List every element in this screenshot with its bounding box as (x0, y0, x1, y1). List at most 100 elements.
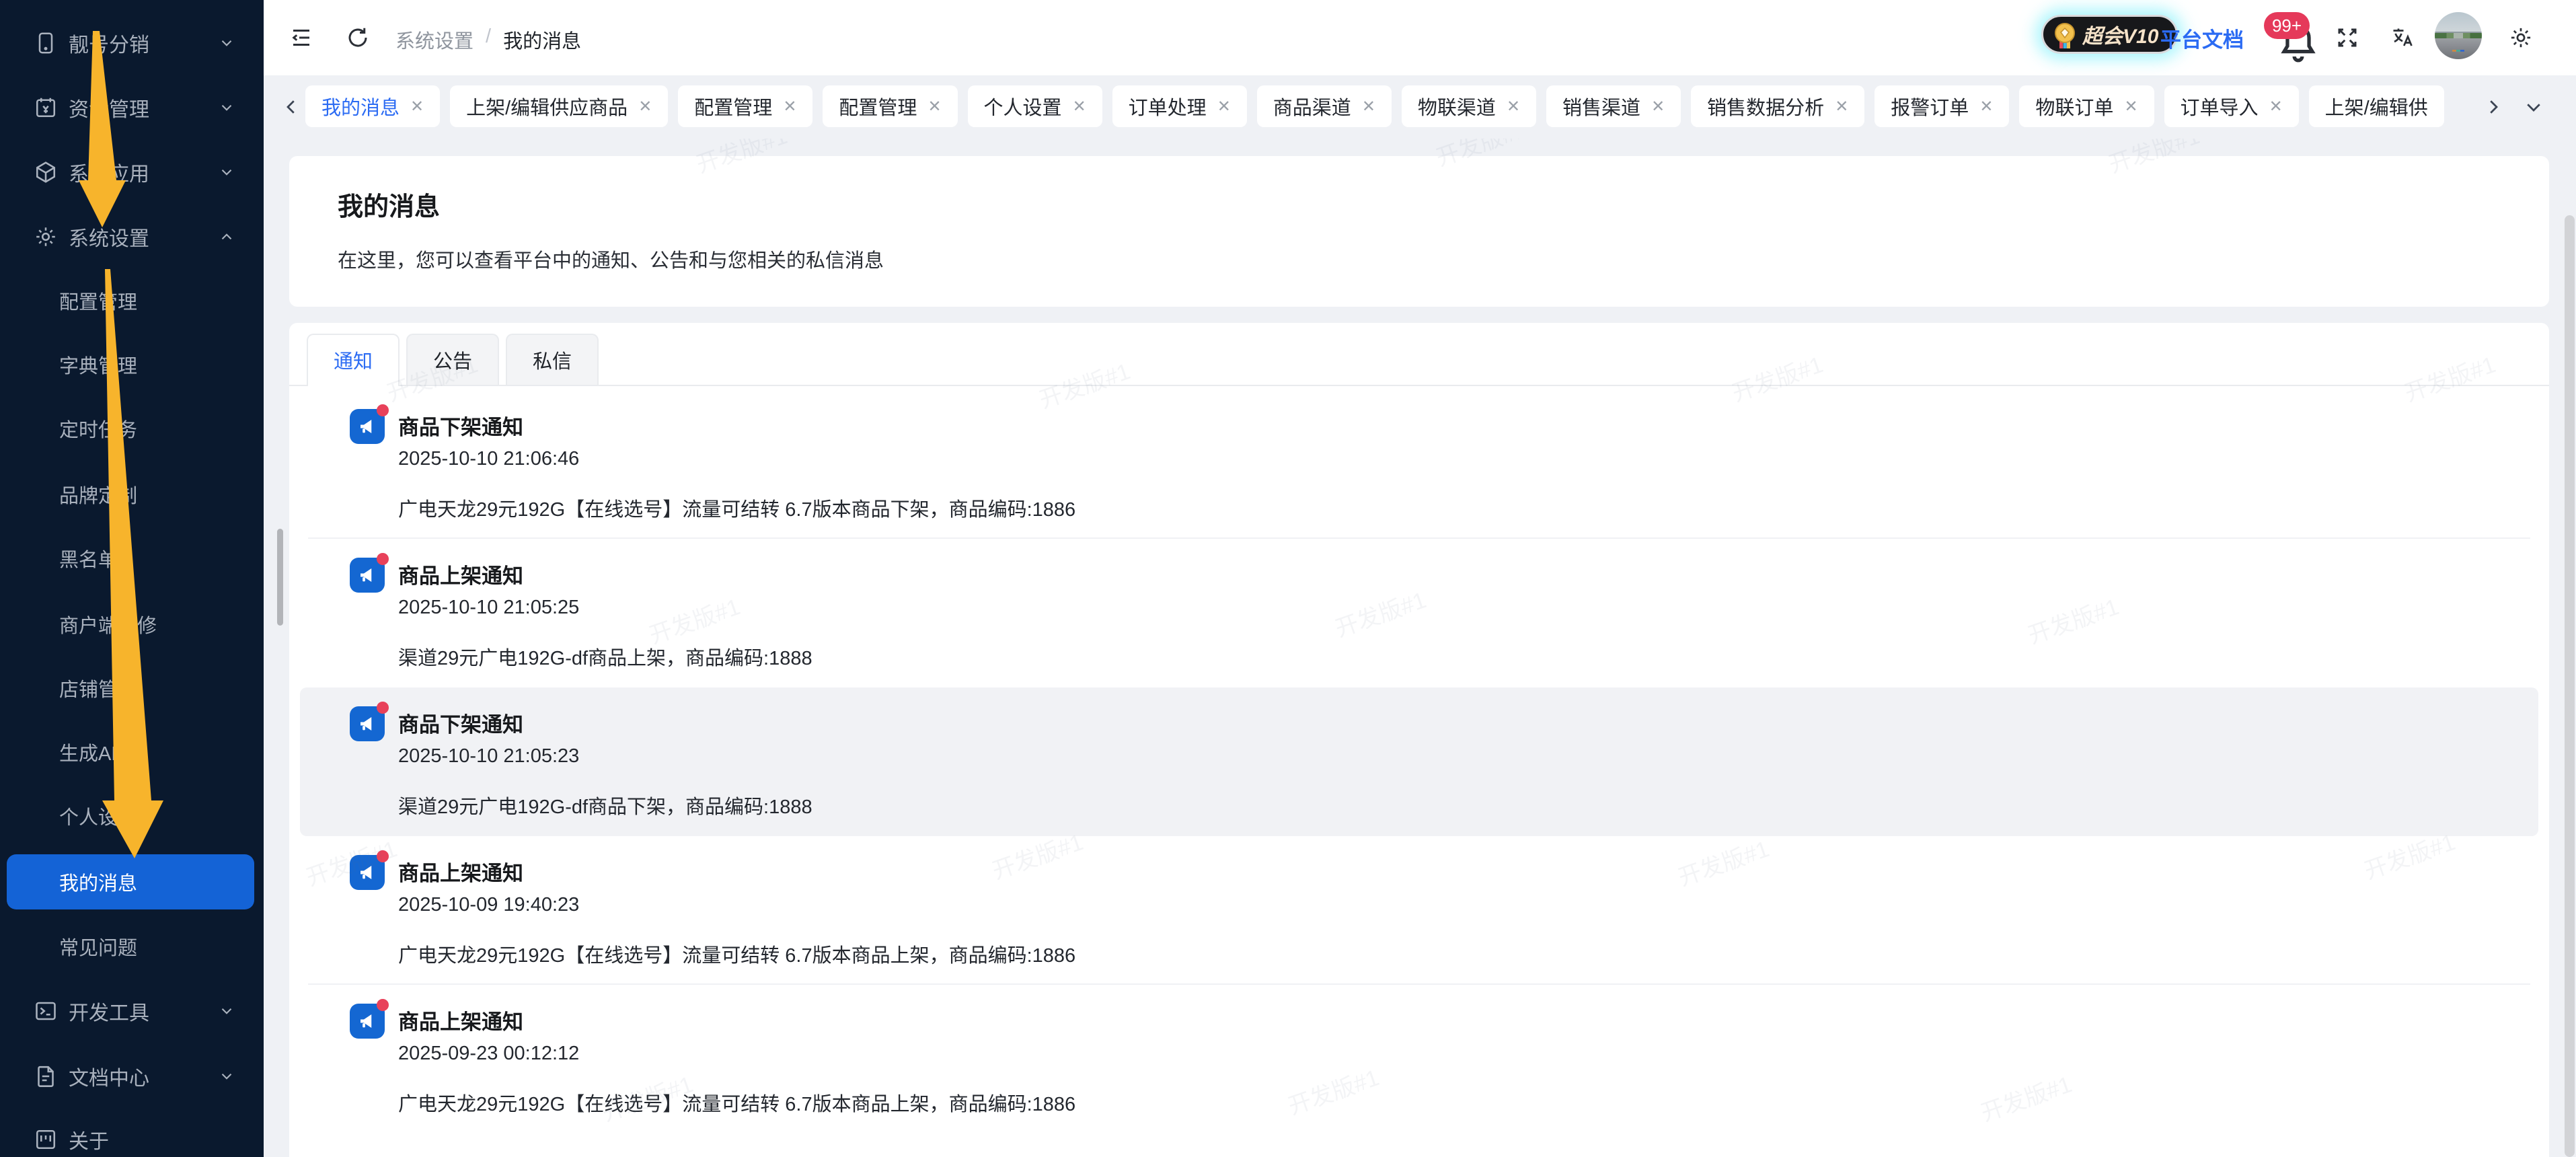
tab-personal-settings[interactable]: 个人设置✕ (968, 85, 1102, 127)
sidebar-item-about[interactable]: 关于 (0, 1107, 264, 1157)
chevron-down-icon (218, 34, 235, 52)
calendar-yen-icon (34, 96, 58, 120)
sidebar-item-label: 靓号分销 (69, 28, 149, 58)
tab-iot-orders[interactable]: 物联订单✕ (2019, 85, 2154, 127)
megaphone-icon (350, 1004, 385, 1039)
breadcrumb-separator: / (486, 26, 491, 54)
unread-dot (377, 850, 389, 862)
tab-config-management[interactable]: 配置管理✕ (678, 85, 812, 127)
tab-config-management-2[interactable]: 配置管理✕ (823, 85, 957, 127)
user-avatar[interactable] (2435, 12, 2482, 59)
tab-iot-channel[interactable]: 物联渠道✕ (1402, 85, 1536, 127)
close-icon[interactable]: ✕ (1507, 97, 1520, 116)
notification-time: 2025-10-10 21:05:23 (398, 745, 579, 768)
chevron-down-icon (218, 1002, 235, 1020)
sidebar-item-merchant-decoration[interactable]: 商户端装修 (0, 592, 264, 657)
refresh-icon[interactable] (346, 26, 370, 50)
close-icon[interactable]: ✕ (1835, 97, 1848, 116)
sidebar-item-my-messages[interactable]: 我的消息 (7, 854, 254, 909)
notification-row[interactable]: 商品上架通知 2025-09-23 00:12:12 广电天龙29元192G【在… (289, 985, 2549, 1133)
notification-row-highlighted[interactable]: 商品下架通知 2025-10-10 21:05:23 渠道29元广电192G-d… (300, 687, 2538, 836)
notification-body: 渠道29元广电192G-df商品上架，商品编码:1888 (398, 642, 812, 671)
notification-row[interactable]: 商品上架通知 2025-10-10 21:05:25 渠道29元广电192G-d… (289, 539, 2549, 687)
close-icon[interactable]: ✕ (1073, 97, 1086, 116)
close-icon[interactable]: ✕ (1651, 97, 1665, 116)
notification-body: 广电天龙29元192G【在线选号】流量可结转 6.7版本商品下架，商品编码:18… (398, 494, 1075, 522)
notification-row[interactable]: 商品上架通知 2025-10-09 19:40:23 广电天龙29元192G【在… (289, 836, 2549, 985)
tabs-underline (289, 385, 2549, 386)
tab-edit-supply-goods[interactable]: 上架/编辑供应商品✕ (450, 85, 668, 127)
tab-order-import[interactable]: 订单导入✕ (2164, 85, 2299, 127)
notification-row[interactable]: 商品下架通知 2025-10-10 21:06:46 广电天龙29元192G【在… (289, 390, 2549, 539)
message-type-tabs: 通知 公告 私信 (307, 334, 599, 385)
sidebar-item-dict-management[interactable]: 字典管理 (0, 332, 264, 397)
megaphone-icon (350, 409, 385, 444)
sidebar-item-label: 系统应用 (69, 157, 149, 187)
sidebar-item-shop-management[interactable]: 店铺管理 (0, 656, 264, 720)
sidebar-item-dev-tools[interactable]: 开发工具 (0, 979, 264, 1043)
tab-sales-analytics[interactable]: 销售数据分析✕ (1691, 85, 1864, 127)
sidebar-item-label: 开发工具 (69, 996, 149, 1026)
collapse-sidebar-icon[interactable] (289, 26, 313, 50)
close-icon[interactable]: ✕ (783, 97, 796, 116)
bell-badge-count: 99+ (2264, 12, 2310, 39)
sidebar-item-brand-customization[interactable]: 品牌定制 (0, 462, 264, 527)
close-icon[interactable]: ✕ (2269, 97, 2283, 116)
header: 系统设置 / 我的消息 超会V10 平台文档 99+ (264, 0, 2576, 75)
sidebar-item-label: 文档中心 (69, 1061, 149, 1091)
close-icon[interactable]: ✕ (410, 97, 424, 116)
tab-edit-supply-truncated[interactable]: 上架/编辑供 (2309, 85, 2444, 127)
tab-order-processing[interactable]: 订单处理✕ (1112, 85, 1247, 127)
sidebar-item-generate-app[interactable]: 生成APP (0, 720, 264, 784)
main-scrollbar-thumb[interactable] (2565, 215, 2575, 1157)
sidebar-item-system-settings[interactable]: 系统设置 (0, 204, 264, 269)
chevron-down-icon (218, 99, 235, 116)
settings-gear-icon[interactable] (2509, 26, 2533, 50)
sidebar-item-doc-center[interactable]: 文档中心 (0, 1044, 264, 1109)
notification-bell[interactable]: 99+ (2275, 20, 2322, 65)
tabs-dropdown-icon[interactable] (2524, 97, 2544, 117)
sidebar-item-faq[interactable]: 常见问题 (0, 914, 264, 979)
tab-alarm-orders[interactable]: 报警订单✕ (1874, 85, 2009, 127)
sidebar-item-number-distribution[interactable]: 靓号分销 (0, 11, 264, 75)
tab-product-channel[interactable]: 商品渠道✕ (1257, 85, 1392, 127)
main-content: 我的消息 在这里，您可以查看平台中的通知、公告和与您相关的私信消息 通知 公告 … (264, 139, 2576, 1157)
sidebar-scrollbar-thumb[interactable] (277, 529, 283, 626)
fullscreen-icon[interactable] (2335, 26, 2359, 50)
close-icon[interactable]: ✕ (2124, 97, 2137, 116)
tabs-scroll-left-icon[interactable] (281, 97, 301, 117)
breadcrumb-parent[interactable]: 系统设置 (395, 26, 473, 54)
sidebar: 靓号分销 资金管理 系统应用 系统设置 配置管理 字典管理 定时任务 品 (0, 0, 264, 1157)
page-header-card: 我的消息 在这里，您可以查看平台中的通知、公告和与您相关的私信消息 (289, 156, 2549, 307)
tab-notifications[interactable]: 通知 (307, 334, 400, 385)
sidebar-item-config-management[interactable]: 配置管理 (0, 268, 264, 333)
close-icon[interactable]: ✕ (1979, 97, 1993, 116)
document-icon (34, 1064, 58, 1088)
tab-announcements[interactable]: 公告 (406, 334, 499, 385)
platform-docs-link[interactable]: 平台文档 (2160, 23, 2244, 53)
close-icon[interactable]: ✕ (638, 97, 652, 116)
close-icon[interactable]: ✕ (927, 97, 941, 116)
tabs-viewport: 我的消息✕ 上架/编辑供应商品✕ 配置管理✕ 配置管理✕ 个人设置✕ 订单处理✕… (305, 85, 2478, 128)
vip-badge[interactable]: 超会V10 (2041, 15, 2178, 54)
close-icon[interactable]: ✕ (1362, 97, 1375, 116)
sidebar-item-funds[interactable]: 资金管理 (0, 75, 264, 140)
notification-time: 2025-10-10 21:05:25 (398, 597, 579, 619)
unread-dot (377, 999, 389, 1011)
tab-my-messages[interactable]: 我的消息✕ (305, 85, 440, 127)
breadcrumb-current: 我的消息 (503, 26, 581, 54)
sidebar-item-personal-settings[interactable]: 个人设置 (0, 784, 264, 848)
tab-sales-channel[interactable]: 销售渠道✕ (1546, 85, 1681, 127)
unread-dot (377, 702, 389, 714)
megaphone-icon (350, 706, 385, 741)
sidebar-item-system-apps[interactable]: 系统应用 (0, 140, 264, 204)
close-icon[interactable]: ✕ (1217, 97, 1231, 116)
notification-body: 广电天龙29元192G【在线选号】流量可结转 6.7版本商品上架，商品编码:18… (398, 1088, 1075, 1117)
tab-private-messages[interactable]: 私信 (506, 334, 599, 385)
translate-icon[interactable] (2390, 26, 2415, 50)
sidebar-item-blacklist[interactable]: 黑名单 (0, 526, 264, 591)
about-icon (34, 1127, 58, 1152)
sidebar-item-scheduled-tasks[interactable]: 定时任务 (0, 396, 264, 461)
notification-time: 2025-09-23 00:12:12 (398, 1043, 579, 1065)
tabs-scroll-right-icon[interactable] (2483, 97, 2503, 117)
